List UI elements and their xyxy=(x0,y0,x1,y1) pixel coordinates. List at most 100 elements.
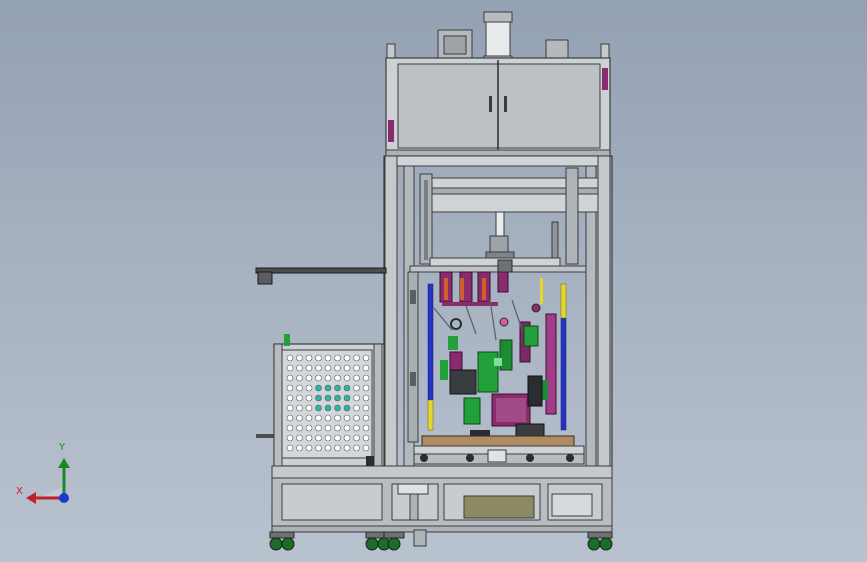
perforation-hole xyxy=(362,384,370,392)
perforation-hole xyxy=(286,434,294,442)
perforation-hole xyxy=(296,434,303,442)
perforation-hole xyxy=(324,374,332,382)
top-motor-left xyxy=(437,29,473,61)
perforation-hole xyxy=(286,354,294,362)
perforation-hole xyxy=(362,444,370,452)
perforation-hole xyxy=(343,404,351,412)
perforation-hole xyxy=(296,364,303,372)
perforation-hole xyxy=(315,394,322,402)
perforation-hole xyxy=(334,394,341,402)
perforation-hole xyxy=(296,384,303,392)
cad-viewport[interactable] xyxy=(0,0,867,562)
perforation-hole xyxy=(305,424,313,432)
fixture-base xyxy=(413,435,585,465)
perforation-hole xyxy=(296,404,303,412)
perforation-hole xyxy=(286,374,294,382)
perforation-hole xyxy=(334,424,341,432)
perforation-hole xyxy=(305,384,313,392)
perforation-hole xyxy=(324,384,332,392)
perforation-hole xyxy=(324,404,332,412)
perforation-hole xyxy=(286,384,294,392)
perforation-hole xyxy=(324,434,332,442)
z-axis-dot xyxy=(59,493,69,503)
perforation-hole xyxy=(334,414,341,422)
perforation-hole xyxy=(296,354,303,362)
y-axis-label: Y xyxy=(59,442,66,453)
perforation-hole xyxy=(315,364,322,372)
perforation-hole xyxy=(362,414,370,422)
perforation-hole xyxy=(324,424,332,432)
perforation-hole xyxy=(315,354,322,362)
perforation-hole xyxy=(343,444,351,452)
perforation-hole xyxy=(324,354,332,362)
perforation-hole xyxy=(305,444,313,452)
yellow-shaft-left xyxy=(427,399,434,431)
perforation-hole xyxy=(343,434,351,442)
perforation-hole xyxy=(286,414,294,422)
perforation-hole xyxy=(315,414,322,422)
perforation-hole xyxy=(315,384,322,392)
perforation-hole xyxy=(296,394,303,402)
perforation-hole xyxy=(296,414,303,422)
perforation-hole xyxy=(315,424,322,432)
perforation-hole xyxy=(353,374,360,382)
top-motor-right xyxy=(545,39,569,61)
perforation-hole xyxy=(353,354,360,362)
left-rail xyxy=(407,271,419,443)
perforation-hole xyxy=(334,444,341,452)
perforation-hole xyxy=(334,364,341,372)
perforation-hole xyxy=(343,364,351,372)
perforation-hole xyxy=(362,364,370,372)
perforation-hole xyxy=(334,374,341,382)
yellow-shaft-right xyxy=(560,283,567,319)
perforation-hole xyxy=(362,424,370,432)
perforation-hole xyxy=(334,354,341,362)
upper-cabinet xyxy=(385,57,611,157)
perforation-hole xyxy=(286,424,294,432)
press-assembly xyxy=(419,167,599,269)
perforation-hole xyxy=(343,374,351,382)
perforation-hole xyxy=(362,354,370,362)
perforation-hole xyxy=(324,414,332,422)
perforation-hole xyxy=(343,424,351,432)
perforation-hole xyxy=(286,444,294,452)
perforation-hole xyxy=(305,404,313,412)
perforation-hole xyxy=(362,374,370,382)
perforation-hole xyxy=(324,364,332,372)
perforation-hole xyxy=(305,394,313,402)
perforation-hole xyxy=(296,444,303,452)
tray-rack xyxy=(273,334,385,467)
yellow-shaft-mid xyxy=(540,278,543,304)
perforation-hole xyxy=(315,444,322,452)
perforation-hole xyxy=(362,404,370,412)
perforation-hole xyxy=(324,394,332,402)
perforation-hole xyxy=(305,374,313,382)
perforation-hole xyxy=(343,384,351,392)
perforation-hole xyxy=(334,384,341,392)
perforation-hole xyxy=(286,404,294,412)
perforation-hole xyxy=(315,404,322,412)
perforation-hole xyxy=(362,434,370,442)
perforation-hole xyxy=(362,394,370,402)
blue-shaft-left xyxy=(427,283,434,401)
perforation-hole xyxy=(305,414,313,422)
perforation-hole xyxy=(305,354,313,362)
perforation-hole xyxy=(324,444,332,452)
perforation-hole xyxy=(343,394,351,402)
perforation-hole xyxy=(286,394,294,402)
top-cylinder xyxy=(483,11,513,65)
perforation-hole xyxy=(353,414,360,422)
perforation-hole xyxy=(353,434,360,442)
perforation-hole xyxy=(334,404,341,412)
perforation-hole xyxy=(353,394,360,402)
perforation-hole xyxy=(305,434,313,442)
perforation-hole xyxy=(353,404,360,412)
perforation-hole xyxy=(305,364,313,372)
perforation-hole xyxy=(343,414,351,422)
x-axis-label: X xyxy=(16,486,23,497)
perforation-hole xyxy=(296,424,303,432)
lower-base xyxy=(271,465,613,547)
perforation-hole xyxy=(315,434,322,442)
casters xyxy=(269,531,613,551)
perforation-hole xyxy=(296,374,303,382)
